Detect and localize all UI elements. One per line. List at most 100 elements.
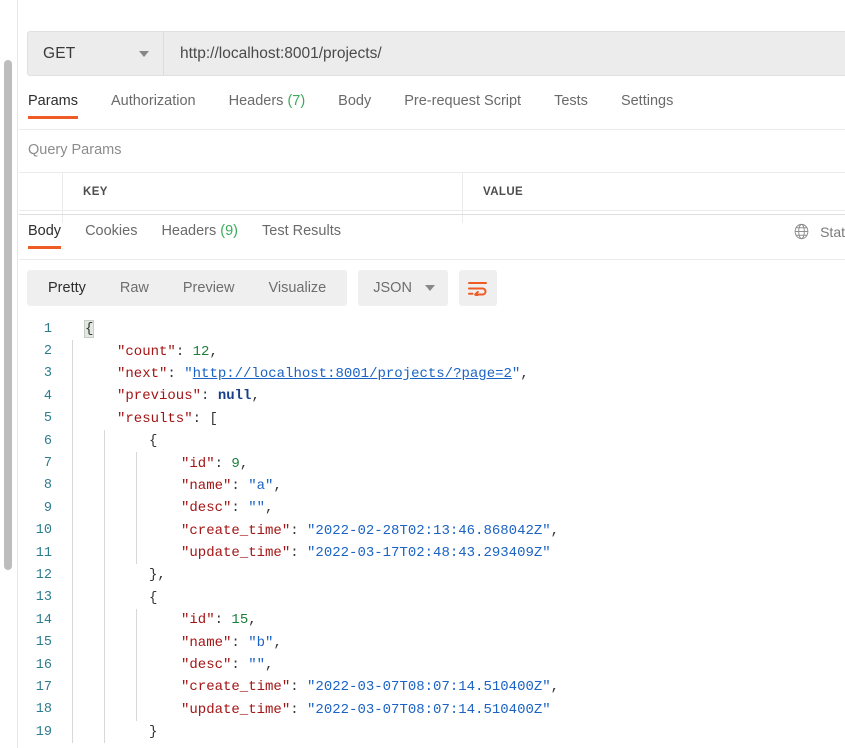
indent-guide (104, 653, 105, 677)
response-tab-cookies[interactable]: Cookies (85, 223, 137, 249)
indent-guide (72, 721, 73, 744)
request-tab-params[interactable]: Params (28, 93, 78, 119)
chevron-down-icon (139, 50, 149, 57)
word-wrap-button[interactable] (458, 270, 497, 306)
code-line-content: "next": "http://localhost:8001/projects/… (117, 365, 529, 382)
indent-guide (104, 497, 105, 520)
query-params-header-row: KEY VALUE (19, 173, 845, 211)
http-method-dropdown[interactable]: GET (28, 32, 164, 75)
line-number: 6 (43, 433, 52, 449)
tab-label: Body (338, 93, 372, 109)
indent-guide (136, 676, 137, 699)
request-tab-body[interactable]: Body (338, 93, 371, 119)
code-line: 3 "next": "http://localhost:8001/projects… (19, 362, 845, 386)
code-line: 1{ (19, 318, 845, 340)
format-tab-preview[interactable]: Preview (166, 270, 252, 306)
code-line: 19} (19, 721, 845, 744)
tab-label: Tests (554, 93, 588, 109)
code-line: 4 "previous": null, (19, 385, 845, 408)
response-tab-headers[interactable]: Headers (9) (161, 223, 238, 249)
code-line: 17 "create_time": "2022-03-07T08:07:14.51… (19, 676, 845, 699)
indent-guide (104, 541, 105, 565)
indent-guide (104, 721, 105, 744)
code-line-content: "create_time": "2022-02-28T02:13:46.8680… (181, 522, 560, 539)
response-tab-test-results[interactable]: Test Results (262, 223, 341, 249)
line-number: 11 (35, 545, 52, 561)
code-line-content: { (149, 433, 158, 450)
code-line: 8 "name": "a", (19, 474, 845, 498)
line-number: 18 (35, 702, 52, 718)
word-wrap-icon (468, 281, 488, 296)
row-check-cell[interactable] (19, 211, 63, 223)
code-line: 12}, (19, 564, 845, 587)
indent-guide (72, 564, 73, 587)
code-line: 9 "desc": "", (19, 497, 845, 520)
indent-guide (136, 519, 137, 542)
indent-guide (104, 609, 105, 632)
request-tab-headers[interactable]: Headers (7) (229, 93, 306, 119)
indent-guide (104, 676, 105, 699)
request-tab-authorization[interactable]: Authorization (111, 93, 196, 119)
indent-guide (104, 564, 105, 587)
request-tab-pre-request-script[interactable]: Pre-request Script (404, 93, 521, 119)
format-tab-visualize[interactable]: Visualize (251, 270, 343, 306)
code-line-content: "create_time": "2022-03-07T08:07:14.5104… (181, 679, 560, 696)
vertical-scrollbar[interactable] (4, 60, 12, 570)
code-line-content: "update_time": "2022-03-07T08:07:14.5104… (181, 701, 551, 718)
response-body-code-viewer[interactable]: 1{ 2 "count": 12, 3 "next": "http://localhos… (19, 318, 845, 748)
code-line: 5 "results": [ (19, 407, 845, 430)
indent-guide (72, 586, 73, 610)
globe-icon (794, 223, 809, 240)
query-params-check-column (19, 173, 63, 210)
indent-guide (72, 407, 73, 430)
code-line: 14 "id": 15, (19, 609, 845, 632)
row-key-cell[interactable] (63, 211, 463, 223)
line-number: 3 (43, 366, 52, 382)
indent-guide (72, 362, 73, 386)
line-number: 19 (35, 724, 52, 740)
line-number: 4 (43, 388, 52, 404)
code-line-content: "count": 12, (117, 343, 218, 360)
format-tab-raw[interactable]: Raw (103, 270, 166, 306)
http-method-label: GET (43, 44, 76, 62)
line-number: 14 (35, 612, 52, 628)
code-line-content: }, (149, 567, 166, 584)
indent-guide (136, 631, 137, 654)
indent-guide (72, 340, 73, 363)
indent-guide (72, 653, 73, 677)
indent-guide (72, 541, 73, 565)
line-number: 9 (43, 500, 52, 516)
code-line: 15 "name": "b", (19, 631, 845, 654)
code-line-content: "desc": "", (181, 500, 274, 517)
code-line: 7 "id": 9, (19, 452, 845, 475)
format-tab-pretty[interactable]: Pretty (31, 270, 103, 306)
tab-label: Pre-request Script (404, 93, 522, 109)
indent-guide (136, 653, 137, 677)
tab-label: Settings (620, 93, 674, 109)
code-line-content: "id": 9, (181, 455, 249, 472)
query-params-empty-row[interactable] (19, 211, 845, 223)
code-line-content: "id": 15, (181, 612, 257, 629)
query-params-key-column: KEY (63, 173, 463, 210)
tab-label: Body (28, 223, 62, 239)
indent-guide (104, 698, 105, 722)
response-language-dropdown[interactable]: JSON (358, 270, 448, 306)
line-number: 16 (35, 657, 52, 673)
code-line-content: "desc": "", (181, 657, 274, 674)
request-tabs-divider (19, 129, 845, 130)
response-view-mode-group: Pretty Raw Preview Visualize (27, 270, 348, 306)
indent-guide (72, 519, 73, 542)
line-number: 2 (43, 344, 52, 360)
row-value-cell[interactable] (463, 211, 845, 223)
request-tab-settings[interactable]: Settings (621, 93, 673, 119)
tab-label: Cookies (85, 223, 138, 239)
query-params-table: KEY VALUE (19, 172, 845, 223)
response-language-label: JSON (373, 280, 412, 296)
request-tab-tests[interactable]: Tests (554, 93, 588, 119)
response-tab-body[interactable]: Body (28, 223, 62, 249)
indent-guide (104, 429, 105, 453)
line-number: 5 (43, 411, 52, 427)
indent-guide (136, 609, 137, 632)
request-url-input[interactable]: http://localhost:8001/projects/ (164, 32, 845, 75)
code-line: 18 "update_time": "2022-03-07T08:07:14.51… (19, 698, 845, 722)
